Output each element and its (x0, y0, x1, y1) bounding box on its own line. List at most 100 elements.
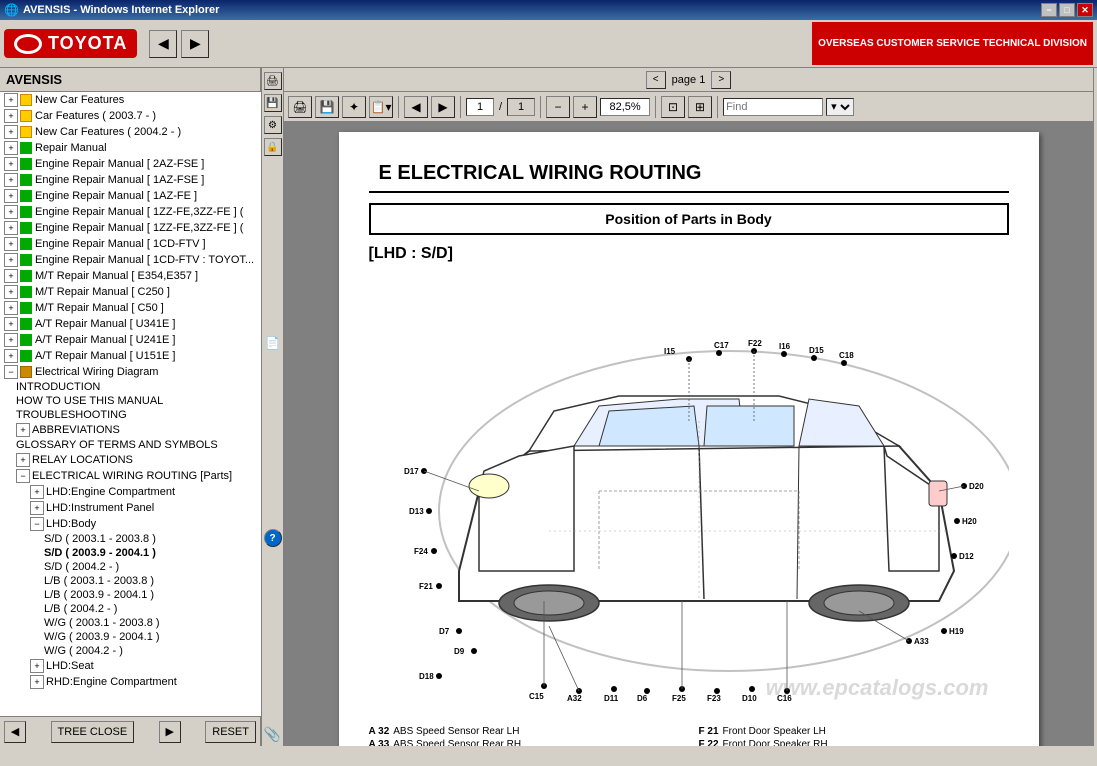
expand-icon[interactable]: + (4, 221, 18, 235)
find-input[interactable] (723, 98, 823, 116)
back-button[interactable]: ◀ (149, 30, 177, 58)
zoom-out-button[interactable]: − (546, 96, 570, 118)
sidebar-item-engine-1cd-toyota[interactable]: + Engine Repair Manual [ 1CD-FTV : TOYOT… (0, 252, 261, 268)
fit-page-button[interactable]: ⊡ (661, 96, 685, 118)
sidebar-item-relay-locations[interactable]: + RELAY LOCATIONS (0, 452, 261, 468)
sidebar-item-at-u151e[interactable]: + A/T Repair Manual [ U151E ] (0, 348, 261, 364)
help-icon[interactable]: ? (264, 529, 282, 547)
expand-icon[interactable]: + (4, 189, 18, 203)
save-pdf-button[interactable]: 💾 (315, 96, 339, 118)
sidebar-item-mt-e354[interactable]: + M/T Repair Manual [ E354,E357 ] (0, 268, 261, 284)
expand-icon[interactable]: + (4, 317, 18, 331)
sidebar-item-lb-2003-9[interactable]: L/B ( 2003.9 - 2004.1 ) (0, 588, 261, 602)
options-pdf-button[interactable]: 📋▾ (369, 96, 393, 118)
sidebar-item-sd-2004-2[interactable]: S/D ( 2004.2 - ) (0, 560, 261, 574)
expand-icon[interactable]: + (4, 285, 18, 299)
green-icon (20, 222, 32, 234)
sidebar-item-lb-2003-1[interactable]: L/B ( 2003.1 - 2003.8 ) (0, 574, 261, 588)
sidebar-item-wiring-routing[interactable]: − ELECTRICAL WIRING ROUTING [Parts] (0, 468, 261, 484)
sidebar-item-how-to-use[interactable]: HOW TO USE THIS MANUAL (0, 394, 261, 408)
sidebar-item-sd-2003-1[interactable]: S/D ( 2003.1 - 2003.8 ) (0, 532, 261, 546)
sidebar-item-glossary[interactable]: GLOSSARY OF TERMS AND SYMBOLS (0, 438, 261, 452)
expand-icon[interactable]: + (4, 349, 18, 363)
settings-icon[interactable]: ⚙ (264, 116, 282, 134)
expand-icon[interactable]: + (16, 453, 30, 467)
maximize-button[interactable]: □ (1059, 3, 1075, 17)
expand-icon[interactable]: + (4, 125, 18, 139)
sidebar-item-car-features-2003[interactable]: + Car Features ( 2003.7 - ) (0, 108, 261, 124)
page-number-input[interactable] (466, 98, 494, 116)
sidebar-item-engine-1az-fse[interactable]: + Engine Repair Manual [ 1AZ-FSE ] (0, 172, 261, 188)
sidebar-item-new-car-features[interactable]: + New Car Features (0, 92, 261, 108)
close-button[interactable]: ✕ (1077, 3, 1093, 17)
sidebar-prev-button[interactable]: ◀ (4, 721, 26, 743)
sidebar-item-at-u241e[interactable]: + A/T Repair Manual [ U241E ] (0, 332, 261, 348)
expand-icon[interactable]: − (4, 365, 18, 379)
prev-page-button[interactable]: < (646, 71, 666, 89)
sidebar-item-wg-2004-2[interactable]: W/G ( 2004.2 - ) (0, 644, 261, 658)
tree-close-button[interactable]: TREE CLOSE (51, 721, 135, 743)
sidebar-item-mt-c250[interactable]: + M/T Repair Manual [ C250 ] (0, 284, 261, 300)
zoom-in-button[interactable]: + (573, 96, 597, 118)
print-pdf-button[interactable]: 🖨 (288, 96, 312, 118)
expand-icon[interactable]: + (30, 485, 44, 499)
forward-button[interactable]: ▶ (181, 30, 209, 58)
back-pdf-button[interactable]: ◀ (404, 96, 428, 118)
sidebar-item-wg-2003-1[interactable]: W/G ( 2003.1 - 2003.8 ) (0, 616, 261, 630)
right-scrollbar-area (1093, 68, 1097, 746)
expand-icon[interactable]: + (4, 253, 18, 267)
expand-icon[interactable]: + (30, 675, 44, 689)
save-icon[interactable]: 💾 (264, 94, 282, 112)
sidebar-item-engine-2az[interactable]: + Engine Repair Manual [ 2AZ-FSE ] (0, 156, 261, 172)
expand-icon[interactable]: + (4, 109, 18, 123)
ie-toolbar: TOYOTA ◀ ▶ OVERSEAS CUSTOMER SERVICE TEC… (0, 20, 1097, 68)
sidebar-item-wg-2003-9[interactable]: W/G ( 2003.9 - 2004.1 ) (0, 630, 261, 644)
sidebar-item-sd-2003-9[interactable]: S/D ( 2003.9 - 2004.1 ) (0, 546, 261, 560)
sidebar-item-engine-1zz-2[interactable]: + Engine Repair Manual [ 1ZZ-FE,3ZZ-FE ]… (0, 220, 261, 236)
sidebar-item-abbreviations[interactable]: + ABBREVIATIONS (0, 422, 261, 438)
expand-icon[interactable]: + (4, 93, 18, 107)
sidebar-item-lhd-body[interactable]: − LHD:Body (0, 516, 261, 532)
sidebar-next-button[interactable]: ▶ (159, 721, 181, 743)
sidebar-item-lhd-instrument[interactable]: + LHD:Instrument Panel (0, 500, 261, 516)
expand-icon[interactable]: + (4, 157, 18, 171)
print-icon[interactable]: 🖨 (264, 72, 282, 90)
expand-icon[interactable]: + (4, 173, 18, 187)
sidebar-item-electrical-wiring[interactable]: − Electrical Wiring Diagram (0, 364, 261, 380)
expand-icon[interactable]: + (4, 333, 18, 347)
sidebar-item-lhd-engine[interactable]: + LHD:Engine Compartment (0, 484, 261, 500)
expand-icon[interactable]: − (30, 517, 44, 531)
fit-width-button[interactable]: ⊞ (688, 96, 712, 118)
sidebar-item-lhd-seat[interactable]: + LHD:Seat (0, 658, 261, 674)
expand-icon[interactable]: + (4, 269, 18, 283)
expand-icon[interactable]: + (4, 237, 18, 251)
expand-icon[interactable]: + (4, 141, 18, 155)
expand-icon[interactable]: − (16, 469, 30, 483)
sidebar-item-repair-manual[interactable]: + Repair Manual (0, 140, 261, 156)
sidebar-item-troubleshooting[interactable]: TROUBLESHOOTING (0, 408, 261, 422)
tree-sidebar[interactable]: + New Car Features + Car Features ( 2003… (0, 92, 262, 716)
sidebar-item-at-u341e[interactable]: + A/T Repair Manual [ U341E ] (0, 316, 261, 332)
sidebar-item-engine-1zz-1[interactable]: + Engine Repair Manual [ 1ZZ-FE,3ZZ-FE ]… (0, 204, 261, 220)
reset-button[interactable]: RESET (205, 721, 256, 743)
sidebar-item-introduction[interactable]: INTRODUCTION (0, 380, 261, 394)
lock-icon[interactable]: 🔒 (264, 138, 282, 156)
expand-icon[interactable]: + (4, 205, 18, 219)
sidebar-item-new-car-features-2004[interactable]: + New Car Features ( 2004.2 - ) (0, 124, 261, 140)
sidebar-item-mt-c50[interactable]: + M/T Repair Manual [ C50 ] (0, 300, 261, 316)
sidebar-item-engine-1az-fe[interactable]: + Engine Repair Manual [ 1AZ-FE ] (0, 188, 261, 204)
next-page-button[interactable]: > (711, 71, 731, 89)
find-options-select[interactable]: ▾ (826, 98, 854, 116)
sidebar-item-rhd-engine[interactable]: + RHD:Engine Compartment (0, 674, 261, 690)
share-pdf-button[interactable]: ✦ (342, 96, 366, 118)
expand-icon[interactable]: + (30, 659, 44, 673)
minimize-button[interactable]: − (1041, 3, 1057, 17)
expand-icon[interactable]: + (30, 501, 44, 515)
fwd-pdf-button[interactable]: ▶ (431, 96, 455, 118)
expand-icon[interactable]: + (16, 423, 30, 437)
zoom-input[interactable] (600, 98, 650, 116)
sidebar-item-engine-1cd[interactable]: + Engine Repair Manual [ 1CD-FTV ] (0, 236, 261, 252)
sidebar-item-lb-2004-2[interactable]: L/B ( 2004.2 - ) (0, 602, 261, 616)
pdf-viewer[interactable]: E ELECTRICAL WIRING ROUTING Position of … (284, 122, 1093, 746)
expand-icon[interactable]: + (4, 301, 18, 315)
